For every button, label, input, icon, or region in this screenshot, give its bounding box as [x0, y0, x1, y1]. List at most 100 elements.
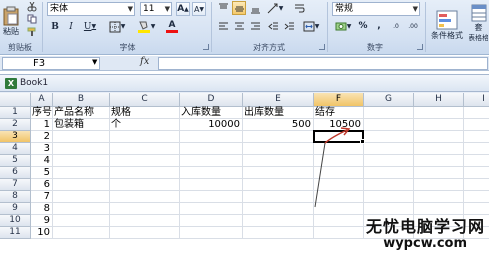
- cell-f1[interactable]: 结存: [314, 107, 364, 119]
- number-format-select[interactable]: 常规 ▼: [332, 2, 420, 16]
- cell-g4[interactable]: [364, 143, 414, 155]
- fill-handle[interactable]: [360, 139, 365, 144]
- cell-i1[interactable]: [464, 107, 489, 119]
- cell-a6[interactable]: 5: [31, 167, 53, 179]
- cell-a9[interactable]: 8: [31, 203, 53, 215]
- cell-e3[interactable]: [243, 131, 314, 143]
- cell-g3[interactable]: [364, 131, 414, 143]
- row-header-4[interactable]: 4: [0, 143, 31, 155]
- font-color-button[interactable]: A: [160, 19, 184, 34]
- format-as-table-button[interactable]: 套 表格格: [468, 1, 489, 49]
- conditional-format-button[interactable]: 条件格式: [428, 1, 466, 49]
- percent-button[interactable]: %: [356, 19, 370, 33]
- fill-color-button[interactable]: ▼: [134, 19, 158, 34]
- align-middle-button[interactable]: [232, 1, 246, 15]
- row-header-11[interactable]: 11: [0, 227, 31, 239]
- cell-c10[interactable]: [110, 215, 180, 227]
- cell-a8[interactable]: 7: [31, 191, 53, 203]
- comma-button[interactable]: ,: [372, 19, 386, 33]
- cell-h9[interactable]: [414, 203, 464, 215]
- cell-e1[interactable]: 出库数量: [243, 107, 314, 119]
- cell-b4[interactable]: [53, 143, 110, 155]
- merge-center-button[interactable]: ▼: [300, 19, 322, 33]
- cell-d8[interactable]: [180, 191, 243, 203]
- font-size-select[interactable]: 11 ▼: [140, 2, 172, 16]
- decrease-decimal-button[interactable]: .00: [405, 19, 421, 33]
- cell-d11[interactable]: [180, 227, 243, 239]
- column-header-f[interactable]: F: [314, 93, 364, 107]
- copy-button[interactable]: [26, 13, 38, 24]
- cell-d3[interactable]: [180, 131, 243, 143]
- cell-c3[interactable]: [110, 131, 180, 143]
- cell-a4[interactable]: 3: [31, 143, 53, 155]
- grow-font-button[interactable]: A ▲: [176, 2, 190, 16]
- cell-d2[interactable]: 10000: [180, 119, 243, 131]
- cell-b6[interactable]: [53, 167, 110, 179]
- insert-function-icon[interactable]: fx: [140, 56, 149, 67]
- cell-g1[interactable]: [364, 107, 414, 119]
- cell-a7[interactable]: 6: [31, 179, 53, 191]
- cell-b7[interactable]: [53, 179, 110, 191]
- cell-e7[interactable]: [243, 179, 314, 191]
- cell-d1[interactable]: 入库数量: [180, 107, 243, 119]
- cell-h2[interactable]: [414, 119, 464, 131]
- cell-c5[interactable]: [110, 155, 180, 167]
- cell-i5[interactable]: [464, 155, 489, 167]
- column-header-a[interactable]: A: [31, 93, 53, 107]
- cell-i8[interactable]: [464, 191, 489, 203]
- increase-decimal-button[interactable]: .0: [388, 19, 404, 33]
- currency-button[interactable]: ▼: [332, 19, 354, 33]
- cell-b5[interactable]: [53, 155, 110, 167]
- underline-button[interactable]: U ▼: [80, 19, 100, 34]
- cell-b2[interactable]: 包装箱: [53, 119, 110, 131]
- cell-e6[interactable]: [243, 167, 314, 179]
- align-top-button[interactable]: [216, 1, 230, 15]
- row-header-8[interactable]: 8: [0, 191, 31, 203]
- cell-c2[interactable]: 个: [110, 119, 180, 131]
- alignment-dialog-launcher[interactable]: [319, 44, 325, 50]
- cell-a3[interactable]: 2: [31, 131, 53, 143]
- bold-button[interactable]: B: [48, 19, 62, 34]
- column-header-d[interactable]: D: [180, 93, 243, 107]
- cell-c8[interactable]: [110, 191, 180, 203]
- cell-h3[interactable]: [414, 131, 464, 143]
- cell-c1[interactable]: 规格: [110, 107, 180, 119]
- cell-g2[interactable]: [364, 119, 414, 131]
- cell-e2[interactable]: 500: [243, 119, 314, 131]
- cell-g7[interactable]: [364, 179, 414, 191]
- cell-g9[interactable]: [364, 203, 414, 215]
- cell-d5[interactable]: [180, 155, 243, 167]
- font-dialog-launcher[interactable]: [203, 44, 209, 50]
- cell-a5[interactable]: 4: [31, 155, 53, 167]
- row-header-7[interactable]: 7: [0, 179, 31, 191]
- cell-c6[interactable]: [110, 167, 180, 179]
- row-header-9[interactable]: 9: [0, 203, 31, 215]
- borders-button[interactable]: ▼: [106, 19, 128, 34]
- decrease-indent-button[interactable]: [266, 19, 280, 33]
- cell-e8[interactable]: [243, 191, 314, 203]
- cell-f4[interactable]: [314, 143, 364, 155]
- italic-button[interactable]: I: [64, 19, 78, 34]
- wrap-text-button[interactable]: [292, 1, 306, 15]
- column-header-h[interactable]: H: [414, 93, 464, 107]
- paste-button[interactable]: 粘贴: [0, 2, 22, 40]
- cell-e10[interactable]: [243, 215, 314, 227]
- cell-h8[interactable]: [414, 191, 464, 203]
- cell-f6[interactable]: [314, 167, 364, 179]
- column-header-c[interactable]: C: [110, 93, 180, 107]
- number-dialog-launcher[interactable]: [417, 44, 423, 50]
- cell-f2[interactable]: 10500: [314, 119, 364, 131]
- cell-g5[interactable]: [364, 155, 414, 167]
- cell-b10[interactable]: [53, 215, 110, 227]
- cell-a11[interactable]: 10: [31, 227, 53, 239]
- cell-h6[interactable]: [414, 167, 464, 179]
- cell-i9[interactable]: [464, 203, 489, 215]
- cut-button[interactable]: [26, 1, 38, 12]
- cell-c11[interactable]: [110, 227, 180, 239]
- row-header-3[interactable]: 3: [0, 131, 31, 143]
- chevron-down-icon[interactable]: ▼: [92, 58, 97, 66]
- cell-b11[interactable]: [53, 227, 110, 239]
- formula-input[interactable]: [158, 57, 488, 70]
- cell-f9[interactable]: [314, 203, 364, 215]
- row-header-1[interactable]: 1: [0, 107, 31, 119]
